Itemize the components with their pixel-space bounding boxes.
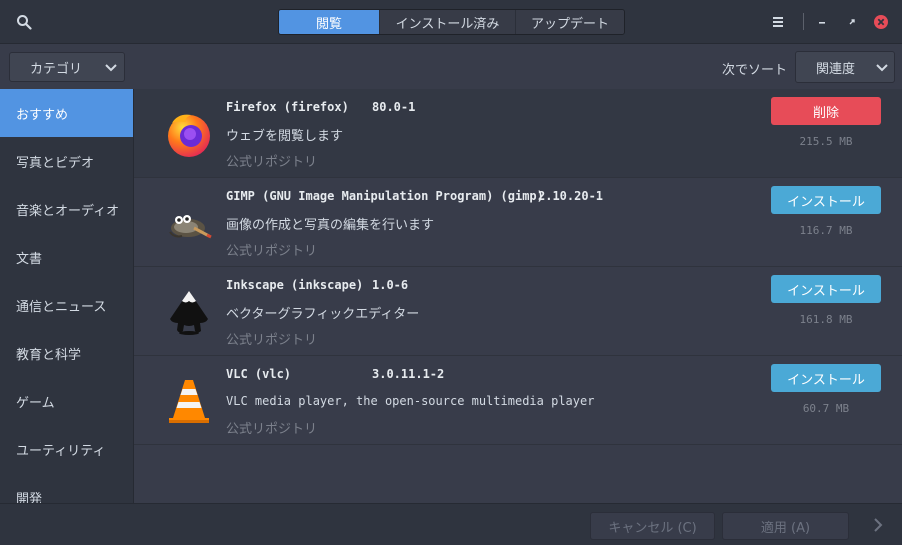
sidebar-item-music-audio[interactable]: 音楽とオーディオ [0,185,133,233]
package-repo: 公式リポジトリ [226,422,318,437]
sidebar-item-games[interactable]: ゲーム [0,377,133,425]
tab-installed[interactable]: インストール済み [379,10,515,34]
package-row-firefox[interactable]: Firefox (firefox) 80.0-1 ウェブを閲覧します 公式リポジ… [134,89,902,178]
sort-select-label: 関連度 [816,61,856,77]
close-button[interactable] [871,12,891,32]
remove-button[interactable]: 削除 [771,97,881,125]
package-repo: 公式リポジトリ [226,155,318,170]
sidebar-item-utilities[interactable]: ユーティリティ [0,425,133,473]
chevron-right-icon[interactable] [870,517,886,533]
package-repo: 公式リポジトリ [226,333,318,348]
chevron-down-icon [105,64,117,72]
package-row-inkscape[interactable]: Inkscape (inkscape) 1.0-6 ベクターグラフィックエディタ… [134,267,902,356]
package-size: 60.7 MB [802,402,850,415]
inkscape-icon [170,291,208,335]
close-icon [874,15,888,29]
category-sidebar: おすすめ 写真とビデオ 音楽とオーディオ 文書 通信とニュース 教育と科学 ゲー… [0,89,134,503]
gimp-icon [169,215,212,239]
package-size: 215.5 MB [799,135,853,148]
package-description: ベクターグラフィックエディター [226,307,420,322]
package-version: 1.0-6 [372,278,409,292]
install-button[interactable]: インストール [771,275,881,303]
sidebar-item-featured[interactable]: おすすめ [0,89,133,137]
sidebar-item-documents[interactable]: 文書 [0,233,133,281]
sidebar-item-communication-news[interactable]: 通信とニュース [0,281,133,329]
header-separator [803,13,804,30]
package-list: Firefox (firefox) 80.0-1 ウェブを閲覧します 公式リポジ… [134,89,902,503]
package-description: ウェブを閲覧します [226,129,344,144]
package-row-vlc[interactable]: VLC (vlc) 3.0.11.1-2 VLC media player, t… [134,356,902,445]
package-repo: 公式リポジトリ [226,244,318,259]
view-tabs: 閲覧 インストール済み アップデート [278,9,625,35]
package-size: 116.7 MB [799,224,853,237]
package-row-gimp[interactable]: GIMP (GNU Image Manipulation Program) (g… [134,178,902,267]
category-select-label: カテゴリ [30,61,83,77]
cancel-button[interactable]: キャンセル (C) [590,512,715,540]
search-icon [17,15,32,30]
minimize-button[interactable] [812,12,832,32]
firefox-icon [168,114,210,157]
search-button[interactable] [8,6,40,38]
package-title: GIMP (GNU Image Manipulation Program) (g… [226,189,544,203]
restore-button[interactable] [842,12,862,32]
package-title: Firefox (firefox) [226,100,349,114]
sidebar-item-photo-video[interactable]: 写真とビデオ [0,137,133,185]
filter-toolbar: カテゴリ 次でソート 関連度 [0,44,902,89]
sort-select[interactable]: 関連度 [795,51,895,83]
action-footer: キャンセル (C) 適用 (A) [0,503,902,545]
restore-icon [849,19,855,25]
package-version: 3.0.11.1-2 [372,367,445,381]
chevron-down-icon [876,64,888,72]
header-bar: 閲覧 インストール済み アップデート [0,0,902,44]
sidebar-item-development[interactable]: 開発 [0,473,133,504]
category-select[interactable]: カテゴリ [9,52,125,82]
vlc-icon [169,380,209,423]
install-button[interactable]: インストール [771,364,881,392]
menu-button[interactable] [768,12,788,32]
package-description: VLC media player, the open-source multim… [226,394,595,408]
package-description: 画像の作成と写真の編集を行います [226,218,435,233]
install-button[interactable]: インストール [771,186,881,214]
package-title: Inkscape (inkscape) [226,278,364,292]
hamburger-menu-icon [773,17,783,27]
apply-button[interactable]: 適用 (A) [722,512,849,540]
sort-label: 次でソート [721,63,787,78]
package-version: 80.0-1 [372,100,416,114]
sidebar-item-education-science[interactable]: 教育と科学 [0,329,133,377]
package-title: VLC (vlc) [226,367,292,381]
package-version: 2.10.20-1 [538,189,604,203]
tab-browse[interactable]: 閲覧 [279,10,379,34]
tab-updates[interactable]: アップデート [515,10,624,34]
package-size: 161.8 MB [799,313,853,326]
minimize-icon [819,22,825,24]
